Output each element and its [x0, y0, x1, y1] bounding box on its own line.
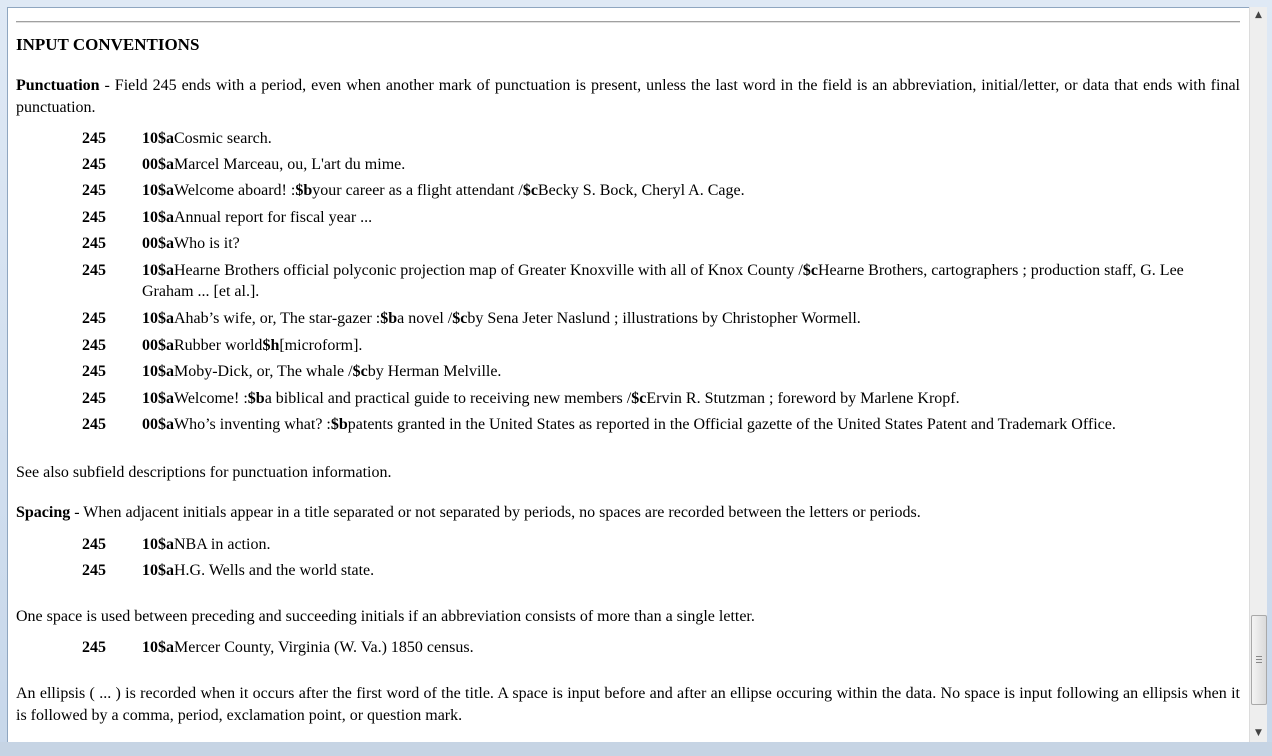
subfield-code: 00$a [142, 235, 174, 252]
field-content: 10$aH.G. Wells and the world state. [142, 560, 1192, 581]
subfield-text: a biblical and practical guide to receiv… [264, 390, 632, 407]
punctuation-label: Punctuation [16, 77, 100, 94]
subfield-code: 10$a [142, 310, 174, 327]
one-space-text: One space is used between preceding and … [16, 608, 755, 625]
subfield-text: [microform]. [279, 337, 363, 354]
field-content: 00$aMarcel Marceau, ou, L'art du mime. [142, 154, 1192, 175]
subfield-text: Annual report for fiscal year ... [174, 209, 373, 226]
subfield-text: by Sena Jeter Naslund ; illustrations by… [467, 310, 861, 327]
status-bar [0, 742, 1272, 756]
subfield-code: $c [352, 363, 368, 380]
field-tag: 245 [82, 235, 106, 252]
field-tag: 245 [82, 639, 106, 656]
subfield-text: Marcel Marceau, ou, L'art du mime. [174, 156, 406, 173]
subfield-code: $c [802, 262, 818, 279]
subfield-code: 10$a [142, 639, 174, 656]
field-content: 00$aWho’s inventing what? :$bpatents gra… [142, 414, 1192, 435]
subfield-code: 10$a [142, 209, 174, 226]
field-content: 10$aWelcome aboard! :$byour career as a … [142, 180, 1192, 201]
subfield-code: 10$a [142, 182, 174, 199]
section-heading: INPUT CONVENTIONS [16, 35, 200, 54]
field-content: 00$aWho is it? [142, 233, 1192, 254]
punctuation-text: - Field 245 ends with a period, even whe… [16, 77, 1240, 116]
subfield-code: $c [522, 182, 538, 199]
subfield-text: Mercer County, Virginia (W. Va.) 1850 ce… [174, 639, 474, 656]
subfield-text: Who is it? [174, 235, 240, 252]
subfield-code: 00$a [142, 156, 174, 173]
field-content: 00$aRubber world$h[microform]. [142, 335, 1192, 356]
subfield-code: 10$a [142, 390, 174, 407]
subfield-text: by Herman Melville. [367, 363, 502, 380]
subfield-text: a novel / [397, 310, 453, 327]
subfield-code: $b [330, 416, 348, 433]
subfield-text: Becky S. Bock, Cheryl A. Cage. [537, 182, 745, 199]
field-content: 10$aHearne Brothers official polyconic p… [142, 260, 1192, 302]
subfield-code: 10$a [142, 130, 174, 147]
field-content: 10$aAhab’s wife, or, The star-gazer :$ba… [142, 308, 1192, 329]
scroll-down-arrow-icon[interactable]: ▼ [1250, 725, 1267, 742]
subfield-text: NBA in action. [174, 536, 271, 553]
spacing-label: Spacing [16, 504, 71, 521]
subfield-code: $h [262, 337, 280, 354]
field-content: 10$aNBA in action. [142, 534, 1192, 555]
subfield-text: patents granted in the United States as … [347, 416, 1116, 433]
field-tag: 245 [82, 182, 106, 199]
spacing-paragraph: Spacing - When adjacent initials appear … [16, 502, 1240, 524]
field-content: 10$aCosmic search. [142, 128, 1192, 149]
field-tag: 245 [82, 156, 106, 173]
subfield-text: Rubber world [174, 337, 263, 354]
field-tag: 245 [82, 209, 106, 226]
subfield-text: Ahab’s wife, or, The star-gazer : [174, 310, 381, 327]
horizontal-rule [16, 21, 1240, 23]
subfield-code: 00$a [142, 416, 174, 433]
field-content: 10$aWelcome! :$ba biblical and practical… [142, 388, 1192, 409]
subfield-code: 10$a [142, 562, 174, 579]
subfield-code: $b [247, 390, 265, 407]
field-tag: 245 [82, 390, 106, 407]
punctuation-paragraph: Punctuation - Field 245 ends with a peri… [16, 75, 1240, 119]
subfield-text: H.G. Wells and the world state. [174, 562, 375, 579]
field-content: 10$aMoby-Dick, or, The whale /$cby Herma… [142, 361, 1192, 382]
field-tag: 245 [82, 416, 106, 433]
document-pane: INPUT CONVENTIONS Punctuation - Field 24… [7, 7, 1250, 744]
field-tag: 245 [82, 130, 106, 147]
subfield-code: $c [631, 390, 647, 407]
subfield-code: $b [295, 182, 313, 199]
subfield-code: 10$a [142, 536, 174, 553]
field-tag: 245 [82, 310, 106, 327]
ellipsis-paragraph: An ellipsis ( ... ) is recorded when it … [16, 685, 1240, 724]
field-tag: 245 [82, 536, 106, 553]
subfield-text: Cosmic search. [174, 130, 272, 147]
subfield-code: $b [380, 310, 398, 327]
field-tag: 245 [82, 562, 106, 579]
field-tag: 245 [82, 363, 106, 380]
subfield-text: Welcome aboard! : [174, 182, 296, 199]
subfield-code: 10$a [142, 262, 174, 279]
subfield-text: Who’s inventing what? : [174, 416, 331, 433]
grip-icon [1256, 656, 1262, 657]
scrollbar-thumb[interactable] [1251, 615, 1267, 705]
vertical-scrollbar[interactable]: ▲ ▼ [1249, 7, 1267, 742]
see-also-text: See also subfield descriptions for punct… [16, 464, 392, 481]
subfield-text: Ervin R. Stutzman ; foreword by Marlene … [646, 390, 960, 407]
subfield-code: 10$a [142, 363, 174, 380]
field-tag: 245 [82, 337, 106, 354]
subfield-text: your career as a flight attendant / [312, 182, 523, 199]
spacing-text: - When adjacent initials appear in a tit… [70, 504, 921, 521]
subfield-text: Moby-Dick, or, The whale / [174, 363, 353, 380]
subfield-code: 00$a [142, 337, 174, 354]
scroll-up-arrow-icon[interactable]: ▲ [1250, 7, 1267, 24]
field-content: 10$aAnnual report for fiscal year ... [142, 207, 1192, 228]
field-content: 10$aMercer County, Virginia (W. Va.) 185… [142, 637, 1192, 658]
subfield-text: Welcome! : [174, 390, 248, 407]
field-tag: 245 [82, 262, 106, 279]
subfield-code: $c [452, 310, 468, 327]
subfield-text: Hearne Brothers official polyconic proje… [174, 262, 803, 279]
